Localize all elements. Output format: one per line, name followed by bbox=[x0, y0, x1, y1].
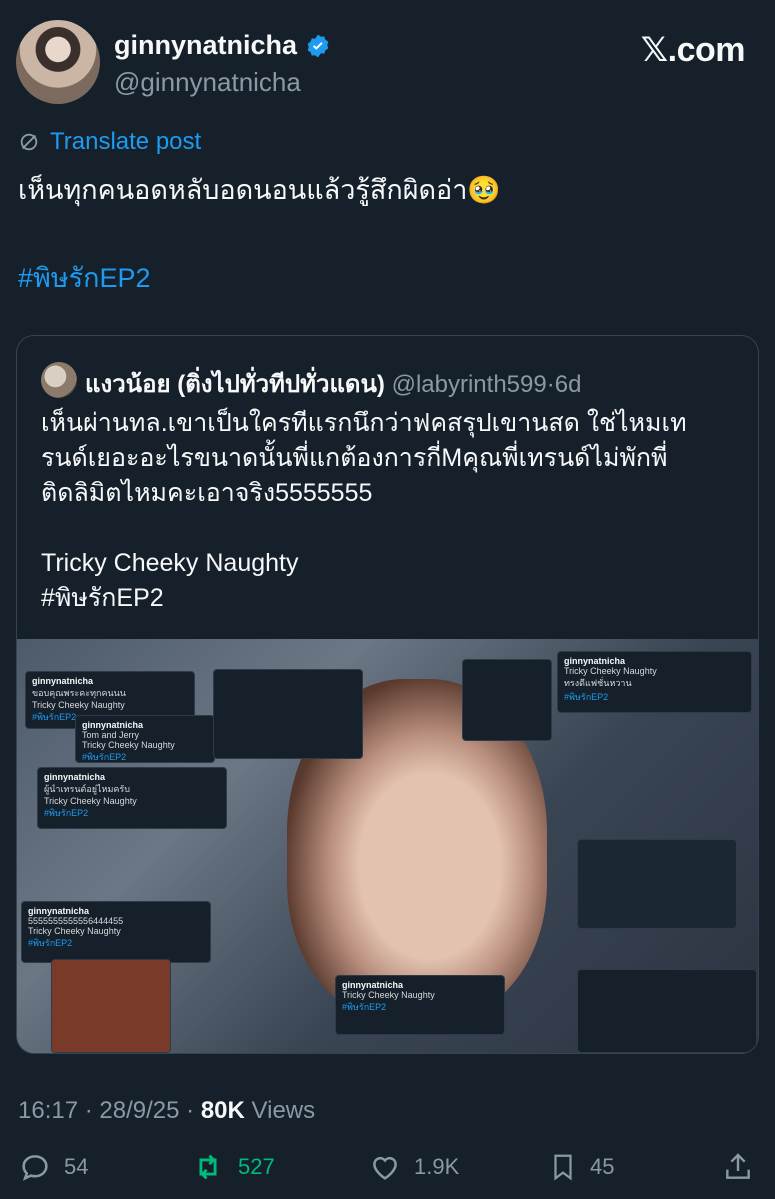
like-button[interactable]: 1.9K bbox=[368, 1150, 459, 1184]
quoted-post-header: แงวน้อย (ติ่งไปทั่วทีปทั่วแดน) @labyrint… bbox=[85, 364, 581, 403]
quoted-author-name[interactable]: แงวน้อย (ติ่งไปทั่วทีปทั่วแดน) bbox=[85, 371, 385, 398]
repost-count: 527 bbox=[238, 1154, 275, 1179]
card-tag: ทรงดีแฟชั่นหวาน bbox=[564, 678, 632, 688]
quoted-post[interactable]: แงวน้อย (ติ่งไปทั่วทีปทั่วแดน) @labyrint… bbox=[16, 335, 759, 1054]
bookmark-icon bbox=[554, 1154, 572, 1181]
collage-tweet-card: ginnynatnicha Tricky Cheeky Naughty #พิษ… bbox=[335, 975, 505, 1035]
card-text: 5555555555556444455 bbox=[28, 916, 124, 926]
post-text: เห็นทุกคนอดหลับอดนอนแล้วรู้สึกผิดอ่า🥹 bbox=[18, 175, 502, 205]
separator-dot: · bbox=[84, 1097, 93, 1124]
translate-icon bbox=[20, 133, 38, 151]
author-avatar[interactable] bbox=[16, 20, 100, 104]
card-name: ginnynatnicha bbox=[44, 772, 106, 782]
card-hashtag: #พิษรักEP2 bbox=[28, 938, 73, 948]
collage-tweet-card bbox=[577, 969, 757, 1053]
like-count: 1.9K bbox=[414, 1154, 460, 1179]
repost-button[interactable]: 527 bbox=[190, 1150, 275, 1184]
quoted-post-image[interactable]: ginnynatnicha ขอบคุณพระคะทุกคนนน Tricky … bbox=[17, 639, 758, 1053]
quoted-author-avatar[interactable] bbox=[41, 362, 77, 398]
reply-count: 54 bbox=[64, 1154, 89, 1179]
post-hashtag[interactable]: #พิษรักEP2 bbox=[18, 256, 151, 299]
card-name: ginnynatnicha bbox=[32, 676, 94, 686]
reply-icon bbox=[22, 1155, 48, 1181]
post-time: 16:17 bbox=[18, 1097, 79, 1124]
verified-badge-icon bbox=[307, 34, 329, 57]
quoted-line: #พิษรักEP2 bbox=[41, 584, 164, 612]
card-tag: Tricky Cheeky Naughty bbox=[28, 926, 121, 936]
card-text: ผู้นำเทรนด์อยู่ไหมครับ bbox=[44, 784, 130, 794]
share-icon bbox=[726, 1153, 750, 1179]
collage-tweet-card: ginnynatnicha Tricky Cheeky Naughty ทรงด… bbox=[557, 651, 752, 713]
quoted-line: เห็นผ่านทล.เขาเป็นใครทีแรกนึกว่าฟคสรุปเข… bbox=[41, 409, 687, 437]
quoted-author-handle[interactable]: @labyrinth599 bbox=[392, 371, 547, 398]
author-display-name[interactable]: ginnynatnicha bbox=[114, 30, 331, 61]
quoted-post-time: 6d bbox=[554, 371, 582, 398]
quoted-line: รนด์เยอะอะไรขนาดนั้นพี่แกต้องการกี่Mคุณพ… bbox=[41, 444, 668, 472]
card-text: Tom and Jerry bbox=[82, 730, 140, 740]
author-name-text: ginnynatnicha bbox=[114, 30, 298, 60]
collage-tweet-card bbox=[462, 659, 552, 741]
quoted-post-text: เห็นผ่านทล.เขาเป็นใครทีแรกนึกว่าฟคสรุปเข… bbox=[41, 406, 741, 616]
card-name: ginnynatnicha bbox=[82, 720, 144, 730]
views-label: Views bbox=[251, 1097, 316, 1124]
card-name: ginnynatnicha bbox=[564, 656, 626, 666]
collage-tweet-card bbox=[213, 669, 363, 759]
card-hashtag: #พิษรักEP2 bbox=[82, 752, 127, 762]
collage-tweet-card: ginnynatnicha Tom and Jerry Tricky Cheek… bbox=[75, 715, 215, 763]
card-name: ginnynatnicha bbox=[342, 980, 404, 990]
collage-tweet-card bbox=[577, 839, 737, 929]
separator-dot: · bbox=[186, 1097, 195, 1124]
translate-label: Translate post bbox=[50, 128, 202, 155]
collage-tweet-card: ginnynatnicha ผู้นำเทรนด์อยู่ไหมครับ Tri… bbox=[37, 767, 227, 829]
heart-icon bbox=[373, 1156, 397, 1180]
card-tag: Tricky Cheeky Naughty bbox=[44, 796, 137, 806]
reply-button[interactable]: 54 bbox=[18, 1150, 88, 1184]
x-logo: 𝕏.com bbox=[640, 31, 746, 69]
card-tag: Tricky Cheeky Naughty bbox=[32, 700, 125, 710]
post-date: 28/9/25 bbox=[99, 1097, 180, 1124]
collage-tweet-card: ginnynatnicha 5555555555556444455 Tricky… bbox=[21, 901, 211, 963]
translate-post-link[interactable]: Translate post bbox=[18, 128, 201, 156]
card-text: ขอบคุณพระคะทุกคนนน bbox=[32, 688, 126, 698]
quoted-line: Tricky Cheeky Naughty bbox=[41, 549, 299, 577]
bookmark-button[interactable]: 45 bbox=[548, 1150, 614, 1184]
card-text: Tricky Cheeky Naughty bbox=[564, 666, 657, 676]
action-bar: 54 527 1.9K 45 bbox=[0, 1150, 775, 1196]
author-handle[interactable]: @ginnynatnicha bbox=[114, 67, 301, 98]
card-tag: Tricky Cheeky Naughty bbox=[82, 740, 175, 750]
collage-tweet-card bbox=[51, 959, 171, 1053]
card-name: ginnynatnicha bbox=[28, 906, 90, 916]
separator-dot: · bbox=[546, 371, 555, 398]
views-count: 80K bbox=[200, 1097, 245, 1124]
repost-icon bbox=[199, 1154, 217, 1180]
card-hashtag: #พิษรักEP2 bbox=[44, 808, 89, 818]
bookmark-count: 45 bbox=[590, 1154, 615, 1179]
quoted-line: ติดลิมิตไหมคะเอาจริง5555555 bbox=[41, 479, 373, 507]
card-hashtag: #พิษรักEP2 bbox=[564, 692, 609, 702]
card-text: Tricky Cheeky Naughty bbox=[342, 990, 435, 1000]
share-button[interactable] bbox=[722, 1150, 754, 1184]
post-timestamp: 16:17 · 28/9/25 · 80K Views bbox=[18, 1097, 315, 1125]
card-hashtag: #พิษรักEP2 bbox=[342, 1002, 387, 1012]
